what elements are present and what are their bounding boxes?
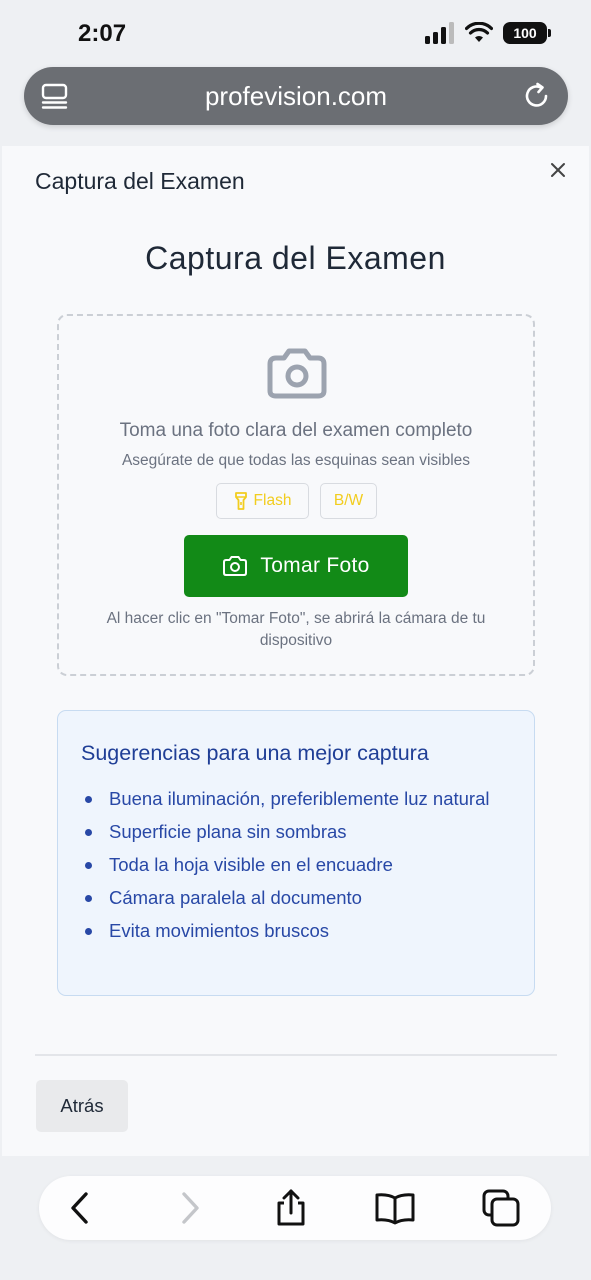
forward-arrow-icon[interactable] bbox=[169, 1188, 209, 1228]
capture-area: Toma una foto clara del examen completo … bbox=[57, 314, 535, 676]
camera-icon bbox=[223, 556, 248, 576]
status-time: 2:07 bbox=[78, 20, 127, 47]
camera-icon bbox=[267, 348, 327, 399]
back-button[interactable]: Atrás bbox=[36, 1080, 128, 1132]
take-photo-button[interactable]: Tomar Foto bbox=[184, 535, 408, 597]
tips-panel: Sugerencias para una mejor captura Buena… bbox=[57, 710, 535, 996]
capture-sub-instruction: Asegúrate de que todas las esquinas sean… bbox=[121, 452, 471, 469]
list-item: Buena iluminación, preferiblemente luz n… bbox=[81, 785, 501, 812]
url-text[interactable]: profevision.com bbox=[24, 81, 568, 112]
flash-label: Flash bbox=[253, 492, 292, 509]
list-item: Evita movimientos bruscos bbox=[81, 917, 501, 944]
bookmarks-icon[interactable] bbox=[375, 1188, 415, 1228]
modal: Captura del Examen Captura del Examen To… bbox=[2, 146, 589, 1156]
bw-label: B/W bbox=[333, 492, 364, 509]
divider bbox=[35, 1054, 557, 1056]
close-icon[interactable] bbox=[546, 158, 570, 182]
camera-note: Al hacer clic en "Tomar Foto", se abrirá… bbox=[106, 610, 486, 649]
battery-icon: 100 bbox=[503, 22, 551, 44]
tips-title: Sugerencias para una mejor captura bbox=[81, 741, 429, 765]
take-photo-label: Tomar Foto bbox=[260, 554, 370, 577]
bw-button[interactable]: B/W bbox=[320, 483, 377, 519]
modal-header-title: Captura del Examen bbox=[35, 168, 245, 194]
tabs-icon[interactable] bbox=[481, 1188, 521, 1228]
browser-toolbar bbox=[39, 1176, 551, 1240]
reload-icon[interactable] bbox=[522, 81, 552, 111]
page-title: Captura del Examen bbox=[145, 240, 446, 276]
list-item: Cámara paralela al documento bbox=[81, 884, 501, 911]
flashlight-icon bbox=[234, 492, 247, 510]
address-bar[interactable]: profevision.com bbox=[24, 67, 568, 125]
flash-button[interactable]: Flash bbox=[216, 483, 309, 519]
status-icons: 100 bbox=[425, 22, 551, 44]
back-arrow-icon[interactable] bbox=[61, 1188, 101, 1228]
list-item: Superficie plana sin sombras bbox=[81, 818, 501, 845]
tips-list: Buena iluminación, preferiblemente luz n… bbox=[81, 785, 501, 950]
share-icon[interactable] bbox=[271, 1188, 311, 1228]
list-item: Toda la hoja visible en el encuadre bbox=[81, 851, 501, 878]
status-bar: 2:07 100 bbox=[0, 0, 591, 66]
wifi-icon bbox=[465, 22, 493, 42]
signal-icon bbox=[425, 22, 454, 44]
capture-instruction: Toma una foto clara del examen completo bbox=[119, 420, 473, 441]
